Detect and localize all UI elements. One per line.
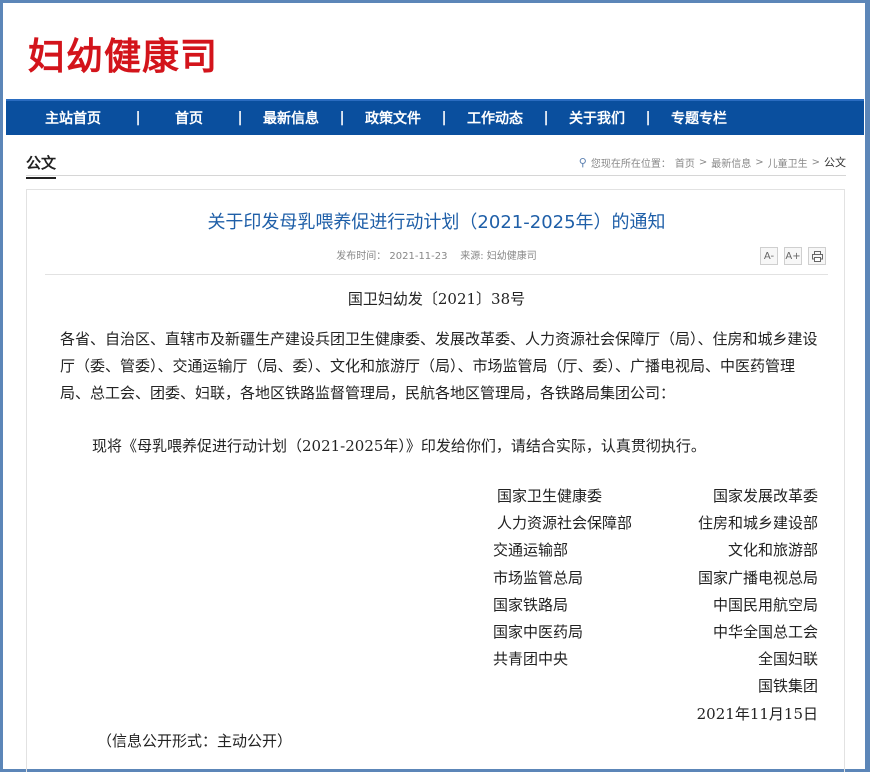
signer-right: 中国民用航空局 [712,595,818,614]
breadcrumb-sep: > [811,156,820,168]
signer-left: 国家铁路局 [493,595,569,614]
signer-left: 国家卫生健康委 [497,487,603,505]
nav-item-topics[interactable]: 专题专栏 [658,108,740,128]
nav-item-about[interactable]: 关于我们 [556,108,638,128]
nav-separator: | [543,110,549,126]
signer-right: 全国妇联 [757,650,818,669]
disclosure-note: （信息公开形式：主动公开） [97,732,293,750]
signer-left: 交通运输部 [493,541,569,560]
nav-item-main-home[interactable]: 主站首页 [18,108,128,128]
signer-row: 国家卫生健康委 国家发展改革委 [493,485,818,512]
article-tools: A- A+ [760,247,826,265]
publish-label: 发布时间： [336,251,387,262]
signer-row: 共青团中央 全国妇联 [493,648,818,675]
signer-right: 国铁集团 [757,677,818,696]
source-value: 妇幼健康司 [486,251,537,262]
breadcrumb-bar: 公文 ⚲ 您现在所在位置： 首页 > 最新信息 > 儿童卫生 > 公文 [26,150,846,179]
breadcrumb-item-latest[interactable]: 最新信息 [711,155,751,170]
signer-right: 住房和城乡建设部 [697,514,818,533]
article-title: 关于印发母乳喂养促进行动计划（2021-2025年）的通知 [207,212,666,233]
site-header: 妇幼健康司 [6,6,862,99]
breadcrumb-current: 公文 [824,156,846,169]
document-number: 国卫妇幼发〔2021〕38号 [347,290,526,308]
breadcrumb-item-child-health[interactable]: 儿童卫生 [768,155,808,170]
print-icon [811,250,823,262]
nav-separator: | [135,110,141,126]
nav-separator: | [645,110,651,126]
signer-left: 共青团中央 [493,650,569,669]
nav-separator: | [441,110,447,126]
signature-date: 2021年11月15日 [696,704,818,723]
breadcrumb-sep: > [755,156,764,168]
article-meta: 发布时间： 2021-11-23 来源: 妇幼健康司 [27,247,846,262]
breadcrumb: ⚲ 您现在所在位置： 首页 > 最新信息 > 儿童卫生 > 公文 [579,154,846,170]
location-pin-icon: ⚲ [578,155,587,169]
font-smaller-button[interactable]: A- [760,247,778,265]
article-box: 关于印发母乳喂养促进行动计划（2021-2025年）的通知 发布时间： 2021… [26,189,845,772]
title-divider [45,274,828,275]
signer-left: 人力资源社会保障部 [497,514,633,533]
recipients-paragraph: 各省、自治区、直辖市及新疆生产建设兵团卫生健康委、发展改革委、人力资源社会保障厅… [60,330,818,402]
signer-row: 交通运输部 文化和旅游部 [493,539,818,566]
signer-left: 国家中医药局 [493,622,584,641]
nav-separator: | [339,110,345,126]
signature-date-row: 2021年11月15日 [493,703,818,730]
nav-item-work[interactable]: 工作动态 [454,108,536,128]
signer-row: 人力资源社会保障部 住房和城乡建设部 [493,512,818,539]
signer-right: 文化和旅游部 [727,541,818,560]
breadcrumb-item-home[interactable]: 首页 [675,155,695,170]
publish-date: 2021-11-23 [389,251,448,262]
source-label: 来源: [460,251,484,262]
section-title: 公文 [26,152,57,179]
nav-separator: | [237,110,243,126]
signer-left: 市场监管总局 [493,568,584,587]
nav-item-home[interactable]: 首页 [148,108,230,128]
signer-row: 国家铁路局 中国民用航空局 [493,594,818,621]
nav-item-policy[interactable]: 政策文件 [352,108,434,128]
font-larger-button[interactable]: A+ [784,247,802,265]
breadcrumb-label: 您现在所在位置： [590,158,671,170]
signer-right: 国家广播电视总局 [697,568,818,587]
site-logo[interactable]: 妇幼健康司 [28,26,218,80]
main-nav: 主站首页 | 首页 | 最新信息 | 政策文件 | 工作动态 | 关于我们 | … [6,99,864,135]
signer-row: 国家中医药局 中华全国总工会 [493,621,818,648]
breadcrumb-sep: > [698,156,708,168]
body-paragraph: 现将《母乳喂养促进行动计划（2021-2025年）》印发给你们，请结合实际，认真… [92,437,706,455]
print-button[interactable] [808,247,826,265]
signer-list: 国家卫生健康委 国家发展改革委 人力资源社会保障部 住房和城乡建设部 交通运输部… [493,485,818,730]
signer-row: 国铁集团 [493,675,818,702]
signer-row: 市场监管总局 国家广播电视总局 [493,567,818,594]
signer-right: 国家发展改革委 [712,487,818,505]
nav-item-latest[interactable]: 最新信息 [250,108,332,128]
signer-right: 中华全国总工会 [712,622,818,641]
